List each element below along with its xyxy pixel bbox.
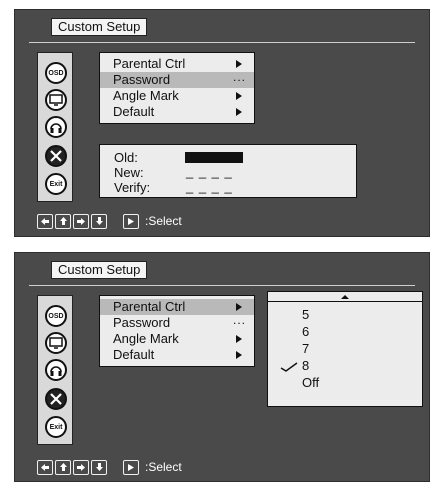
menu-item-password[interactable]: Password ... xyxy=(100,313,254,331)
exit-icon[interactable]: Exit xyxy=(45,416,67,438)
exit-icon-label: Exit xyxy=(49,423,63,431)
arrow-right-icon xyxy=(236,60,242,68)
menu-item-label: Password xyxy=(113,72,171,87)
menu-item-label: Default xyxy=(113,104,155,119)
display-icon[interactable] xyxy=(45,89,67,111)
arrow-right-icon xyxy=(236,351,242,359)
new-password-label: New: xyxy=(114,165,144,180)
audio-icon[interactable] xyxy=(45,359,67,381)
parental-level-list: 5 6 7 8 Off xyxy=(267,291,423,407)
arrow-right-icon xyxy=(236,303,242,311)
down-arrow-key-icon xyxy=(91,213,107,229)
old-password-label: Old: xyxy=(114,150,138,165)
down-arrow-key-icon xyxy=(91,459,107,475)
menu-item-password[interactable]: Password ... xyxy=(100,70,254,88)
setup-tools-icon[interactable] xyxy=(45,145,67,167)
menu-item-angle-mark[interactable]: Angle Mark xyxy=(100,88,254,104)
play-select-key-icon xyxy=(123,213,139,229)
menu-item-default[interactable]: Default xyxy=(100,104,254,120)
osd-icon-label: OSD xyxy=(48,69,64,77)
menu-item-default[interactable]: Default xyxy=(100,347,254,363)
setup-tools-icon[interactable] xyxy=(45,388,67,410)
password-entry-box: Old: New: _ _ _ _ Verify: _ _ _ _ xyxy=(99,144,357,198)
osd-icon[interactable]: OSD xyxy=(45,305,67,327)
arrow-right-icon xyxy=(236,108,242,116)
checkmark-icon xyxy=(280,362,298,372)
left-arrow-key-icon xyxy=(37,459,53,475)
scroll-up-indicator[interactable] xyxy=(268,292,422,302)
up-arrow-key-icon xyxy=(55,213,71,229)
parental-option-off[interactable]: Off xyxy=(302,376,319,390)
parental-option-8[interactable]: 8 xyxy=(302,359,309,373)
menu-item-label: Parental Ctrl xyxy=(113,299,186,314)
menu-item-label: Angle Mark xyxy=(113,331,179,346)
custom-setup-password-panel: Custom Setup OSD Exit Parental Ctrl Pass… xyxy=(14,9,430,237)
divider xyxy=(29,42,415,43)
arrow-right-icon xyxy=(236,335,242,343)
right-arrow-key-icon xyxy=(73,459,89,475)
parental-option-6[interactable]: 6 xyxy=(302,325,309,339)
parental-option-7[interactable]: 7 xyxy=(302,342,309,356)
ellipsis-icon: ... xyxy=(232,313,246,327)
menu-item-label: Password xyxy=(113,315,171,330)
menu-item-parental-ctrl[interactable]: Parental Ctrl xyxy=(100,299,254,315)
menu-item-angle-mark[interactable]: Angle Mark xyxy=(100,331,254,347)
select-hint-text: :Select xyxy=(145,213,182,228)
side-icon-bar: OSD Exit xyxy=(37,52,73,202)
panel-title: Custom Setup xyxy=(51,18,148,36)
osd-icon-label: OSD xyxy=(48,312,64,320)
setup-menu: Parental Ctrl Password ... Angle Mark De… xyxy=(99,295,255,367)
verify-password-label: Verify: xyxy=(114,180,151,195)
navigation-hint-bar: :Select xyxy=(37,459,182,475)
menu-item-label: Default xyxy=(113,347,155,362)
exit-icon-label: Exit xyxy=(49,180,63,188)
custom-setup-parental-panel: Custom Setup OSD Exit Parental Ctrl Pass… xyxy=(14,252,430,482)
panel-title: Custom Setup xyxy=(51,261,148,279)
navigation-hint-bar: :Select xyxy=(37,213,182,229)
ellipsis-icon: ... xyxy=(232,70,246,84)
left-arrow-key-icon xyxy=(37,213,53,229)
audio-icon[interactable] xyxy=(45,116,67,138)
menu-item-label: Angle Mark xyxy=(113,88,179,103)
old-password-field[interactable] xyxy=(185,152,243,163)
verify-password-field[interactable]: _ _ _ _ xyxy=(186,179,233,194)
select-hint-text: :Select xyxy=(145,459,182,474)
menu-item-label: Parental Ctrl xyxy=(113,56,186,71)
play-select-key-icon xyxy=(123,459,139,475)
arrow-right-icon xyxy=(236,92,242,100)
new-password-field[interactable]: _ _ _ _ xyxy=(186,164,233,179)
display-icon[interactable] xyxy=(45,332,67,354)
arrow-up-icon xyxy=(341,295,349,299)
menu-item-parental-ctrl[interactable]: Parental Ctrl xyxy=(100,56,254,72)
exit-icon[interactable]: Exit xyxy=(45,173,67,195)
osd-icon[interactable]: OSD xyxy=(45,62,67,84)
right-arrow-key-icon xyxy=(73,213,89,229)
up-arrow-key-icon xyxy=(55,459,71,475)
parental-option-5[interactable]: 5 xyxy=(302,308,309,322)
divider xyxy=(29,285,415,286)
side-icon-bar: OSD Exit xyxy=(37,295,73,445)
setup-menu: Parental Ctrl Password ... Angle Mark De… xyxy=(99,52,255,124)
